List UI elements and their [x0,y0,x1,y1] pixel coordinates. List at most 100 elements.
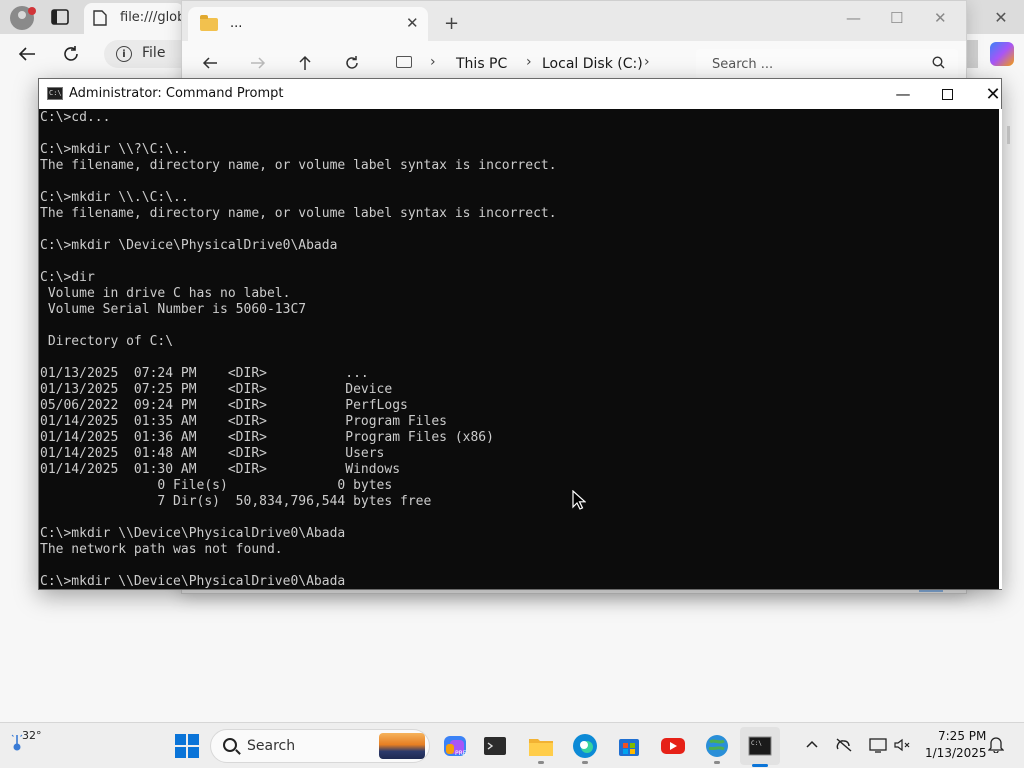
explorer-tab-title: ... [230,16,243,31]
network-globe-icon[interactable] [702,731,732,761]
chevron-up-icon[interactable] [806,737,818,752]
address-bar[interactable]: i File [104,40,184,68]
command-prompt-icon[interactable]: C:\ [745,731,775,761]
console-area[interactable]: C:\>cd... C:\>mkdir \\?\C:\.. The filenam… [39,109,999,589]
console-line: 01/14/2025 01:30 AM <DIR> Windows [40,462,401,477]
maximize-icon[interactable]: ☐ [890,9,903,27]
console-line: The network path was not found. [40,542,283,557]
console-line: C:\>mkdir \\.\C:\.. [40,190,189,205]
file-page-icon [92,10,108,26]
file-explorer-icon[interactable] [526,731,556,761]
copilot-icon[interactable] [990,42,1014,66]
console-line: C:\>mkdir \\Device\PhysicalDrive0\Abada [40,574,346,589]
youtube-icon[interactable] [658,731,688,761]
console-line: 01/14/2025 01:48 AM <DIR> Users [40,446,385,461]
running-indicator [582,761,588,764]
taskbar-search-box[interactable]: Search [210,729,430,763]
search-icon [932,56,945,73]
new-tab-icon[interactable]: + [444,13,459,34]
explorer-search-input[interactable]: Search ... [696,49,958,79]
close-icon[interactable]: ✕ [981,83,1005,105]
command-prompt-window: C:\ Administrator: Command Prompt — ✕ C:… [38,78,1010,590]
up-arrow-icon[interactable] [298,55,312,75]
taskbar: 32° Search PRE C:\ 7:25 PM 1/13/2025 [0,722,1024,768]
search-highlight-image [379,733,425,759]
console-line: 01/14/2025 01:36 AM <DIR> Program Files … [40,430,494,445]
console-line: 01/13/2025 07:24 PM <DIR> ... [40,366,369,381]
console-line: 7 Dir(s) 50,834,796,544 bytes free [40,494,432,509]
minimize-icon[interactable]: — [891,83,915,105]
browser-tab[interactable]: file:///globa [84,3,193,34]
tab-actions-icon[interactable] [50,8,70,26]
back-arrow-icon[interactable] [202,55,218,74]
cmd-window-title: Administrator: Command Prompt [69,86,284,101]
breadcrumb-local-disk[interactable]: Local Disk (C:) [542,56,643,72]
folder-icon [200,15,218,31]
console-line: 05/06/2022 09:24 PM <DIR> PerfLogs [40,398,408,413]
search-icon [223,738,237,752]
clock-date[interactable]: 1/13/2025 [925,746,987,760]
close-icon[interactable]: ✕ [934,9,947,27]
edge-icon[interactable] [570,731,600,761]
forward-arrow-icon[interactable] [250,55,266,74]
taskbar-search-label: Search [247,738,296,754]
console-line: C:\>dir [40,270,95,285]
browser-scroll-tab [966,40,978,68]
copilot-icon[interactable]: PRE [440,731,470,761]
console-line: C:\>mkdir \Device\PhysicalDrive0\Abada [40,238,338,253]
browser-reload-icon[interactable] [58,42,84,66]
command-prompt-icon: C:\ [47,87,63,100]
console-scrollbar-thumb[interactable] [1007,126,1010,144]
svg-text:PRE: PRE [455,750,467,757]
sync-off-icon[interactable] [834,735,854,755]
console-line: Directory of C:\ [40,334,174,349]
console-line: C:\>mkdir \\?\C:\.. [40,142,189,157]
minimize-icon[interactable]: — [846,9,861,27]
info-icon[interactable]: i [116,46,132,62]
console-line: The filename, directory name, or volume … [40,158,557,173]
volume-muted-icon[interactable] [892,735,912,755]
cmd-title-bar[interactable]: C:\ Administrator: Command Prompt — ✕ [39,79,1001,109]
console-scrollbar-track[interactable] [999,109,1002,589]
console-line: 0 File(s) 0 bytes [40,478,393,493]
console-line: 01/13/2025 07:25 PM <DIR> Device [40,382,393,397]
notification-bell-icon[interactable] [987,735,1006,755]
display-icon[interactable] [868,735,888,755]
console-line: Volume in drive C has no label. [40,286,291,301]
running-indicator [714,761,720,764]
explorer-tab-bar: ... ✕ + — ☐ ✕ [182,1,966,41]
maximize-icon[interactable] [935,83,959,105]
console-line: The filename, directory name, or volume … [40,206,557,221]
store-icon[interactable] [614,731,644,761]
browser-close-icon[interactable]: ✕ [990,6,1012,28]
running-indicator [538,761,544,764]
terminal-icon[interactable] [480,731,510,761]
browser-back-icon[interactable] [14,42,40,66]
breadcrumb-chevron-icon[interactable]: › [526,54,532,70]
weather-temperature: 32° [22,729,42,742]
console-line: Volume Serial Number is 5060-13C7 [40,302,307,317]
this-pc-icon[interactable] [396,56,412,68]
clock-time[interactable]: 7:25 PM [938,729,986,743]
windows-start-icon[interactable] [172,731,202,761]
svg-text:C:\: C:\ [751,740,762,747]
active-indicator [752,764,768,767]
breadcrumb-chevron-icon[interactable]: › [430,54,436,70]
explorer-tab[interactable]: ... ✕ [188,7,428,41]
console-output: C:\>cd... C:\>mkdir \\?\C:\.. The filenam… [40,110,557,589]
console-line: C:\>mkdir \\Device\PhysicalDrive0\Abada [40,526,346,541]
console-line: 01/14/2025 01:35 AM <DIR> Program Files [40,414,447,429]
url-scheme-label: File [142,45,166,61]
breadcrumb-this-pc[interactable]: This PC [456,56,507,72]
console-line: C:\>cd... [40,110,111,125]
breadcrumb-chevron-icon[interactable]: › [644,54,650,70]
tab-close-icon[interactable]: ✕ [406,14,419,32]
refresh-icon[interactable] [344,55,360,75]
